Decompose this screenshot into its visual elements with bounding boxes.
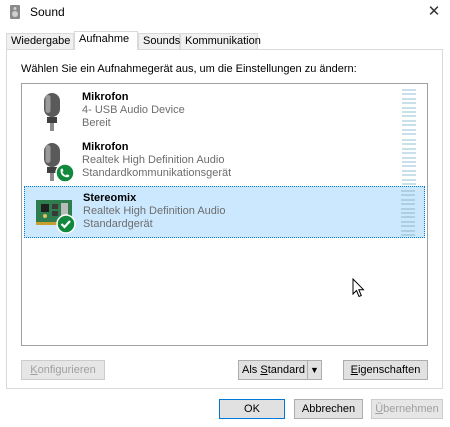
level-meter (402, 139, 416, 185)
title-bar: Sound ✕ (0, 0, 450, 24)
microphone-icon (44, 143, 75, 183)
apply-button[interactable]: Übernehmen (371, 399, 443, 419)
cancel-button[interactable]: Abbrechen (294, 399, 363, 419)
close-button[interactable]: ✕ (424, 2, 444, 22)
tab-kommunikation[interactable]: Kommunikation (180, 33, 261, 50)
level-meter (402, 89, 416, 135)
device-item-mikrofon-usb[interactable]: Mikrofon 4- USB Audio Device Bereit (24, 86, 425, 138)
set-default-button[interactable]: Als Standard ▼ (238, 360, 322, 380)
microphone-icon (44, 93, 60, 131)
device-item-mikrofon-realtek[interactable]: Mikrofon Realtek High Definition Audio S… (24, 136, 425, 188)
device-list[interactable]: Mikrofon 4- USB Audio Device Bereit Mikr… (21, 83, 428, 346)
configure-button[interactable]: Konfigurieren (21, 360, 105, 380)
ok-button[interactable]: OK (219, 399, 285, 419)
window-title: Sound (30, 5, 65, 19)
tab-sounds[interactable]: Sounds (138, 33, 180, 50)
speaker-icon (10, 5, 20, 19)
device-driver: Realtek High Definition Audio (82, 154, 225, 166)
phone-badge-icon (55, 163, 75, 183)
device-driver: 4- USB Audio Device (82, 104, 185, 116)
device-driver: Realtek High Definition Audio (83, 205, 226, 217)
device-status: Standardkommunikationsgerät (82, 167, 232, 179)
properties-button[interactable]: Eigenschaften (343, 360, 428, 380)
device-status: Bereit (82, 117, 111, 129)
check-badge-icon (56, 214, 76, 234)
device-name: Stereomix (83, 192, 137, 204)
instruction-text: Wählen Sie ein Aufnahmegerät aus, um die… (21, 63, 357, 75)
level-meter (401, 190, 415, 236)
device-status: Standardgerät (83, 218, 153, 230)
device-item-stereomix[interactable]: Stereomix Realtek High Definition Audio … (24, 186, 425, 238)
chevron-down-icon[interactable]: ▼ (307, 361, 321, 379)
tab-aufnahme[interactable]: Aufnahme (74, 31, 138, 50)
recording-panel: Wählen Sie ein Aufnahmegerät aus, um die… (6, 49, 443, 389)
device-name: Mikrofon (82, 91, 129, 103)
close-icon: ✕ (427, 3, 441, 20)
sound-card-icon (36, 200, 76, 234)
mouse-cursor-icon (352, 278, 365, 298)
tab-wiedergabe[interactable]: Wiedergabe (6, 33, 74, 50)
device-name: Mikrofon (82, 141, 129, 153)
